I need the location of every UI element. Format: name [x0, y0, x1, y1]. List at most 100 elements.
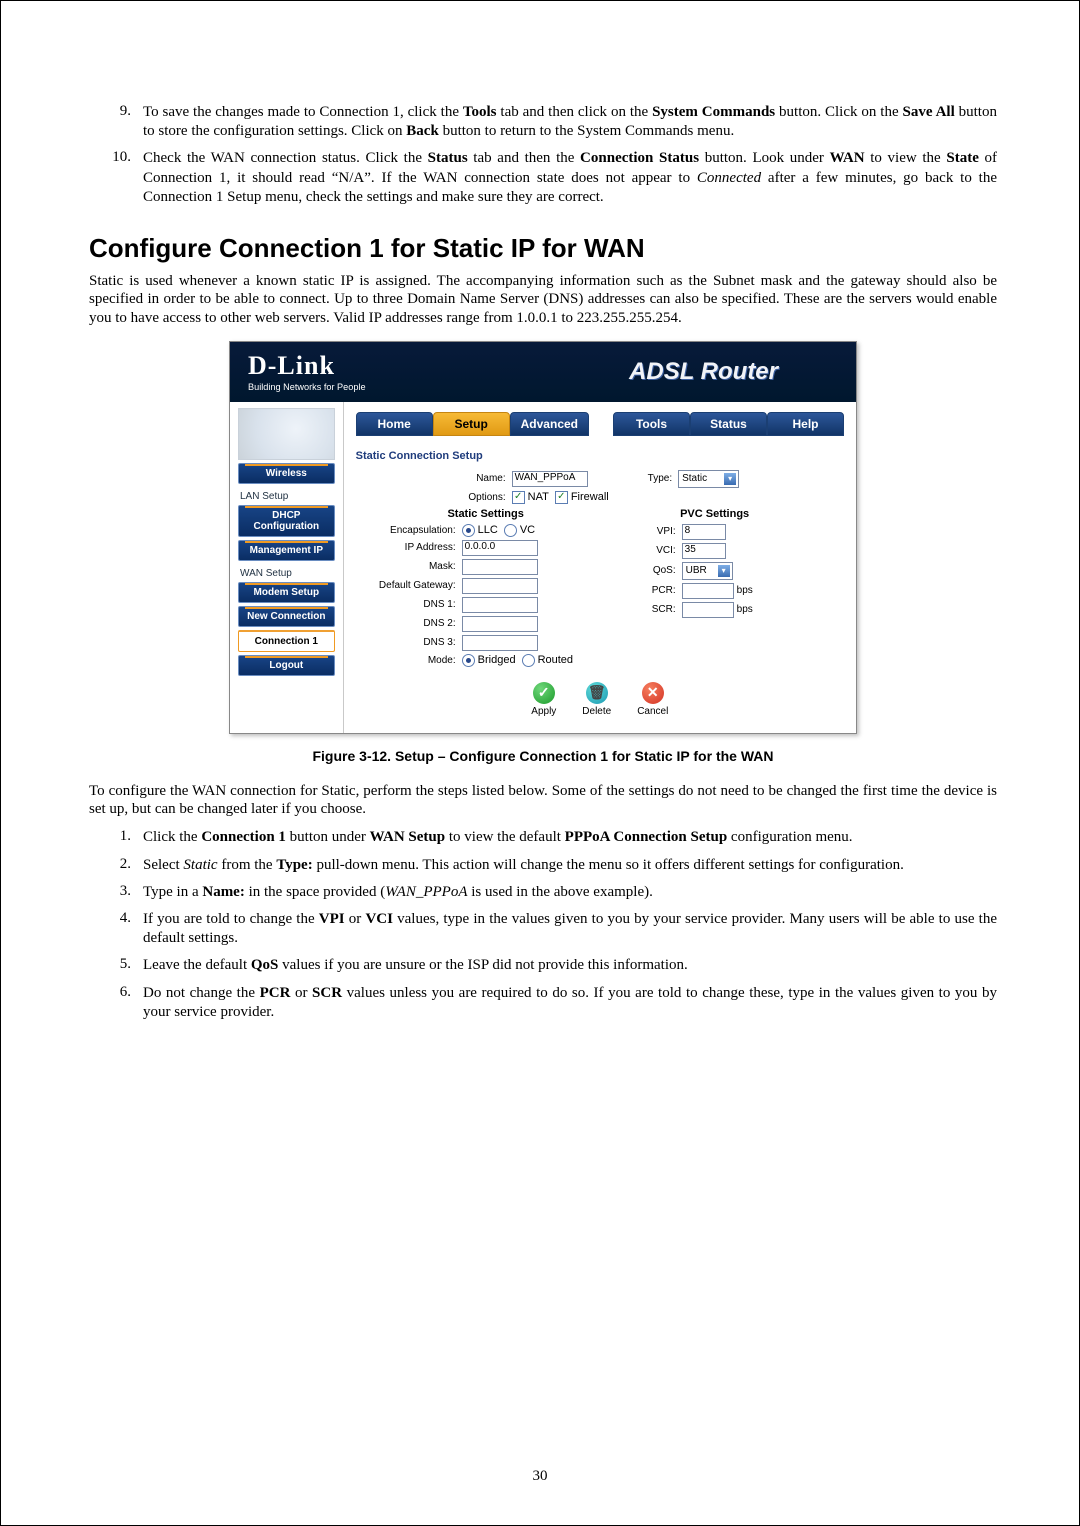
sidebar-item-mgmt-ip[interactable]: Management IP	[238, 540, 335, 561]
mode-bridged-text: Bridged	[478, 654, 516, 666]
delete-label: Delete	[582, 706, 611, 717]
dns2-label: DNS 2:	[356, 618, 462, 629]
cancel-button[interactable]: ✕ Cancel	[637, 682, 668, 717]
encap-llc-radio[interactable]	[462, 524, 475, 537]
sidebar-item-wireless[interactable]: Wireless	[238, 463, 335, 484]
mask-input[interactable]	[462, 559, 538, 575]
tab-tools[interactable]: Tools	[613, 412, 690, 436]
vpi-label: VPI:	[640, 526, 682, 537]
dns1-input[interactable]	[462, 597, 538, 613]
options-label: Options:	[406, 492, 512, 503]
qos-value: UBR	[686, 565, 707, 576]
type-select-value: Static	[682, 473, 707, 484]
section-heading: Configure Connection 1 for Static IP for…	[89, 233, 997, 264]
paragraph-intro: Static is used whenever a known static I…	[89, 272, 997, 327]
chevron-down-icon: ▾	[724, 473, 736, 485]
name-input[interactable]: WAN_PPPoA	[512, 471, 588, 487]
scr-input[interactable]	[682, 602, 734, 618]
apply-button[interactable]: ✓ Apply	[531, 682, 556, 717]
router-header: D-Link Building Networks for People ADSL…	[230, 342, 856, 402]
vci-label: VCI:	[640, 545, 682, 556]
chevron-down-icon: ▾	[718, 565, 730, 577]
dns3-label: DNS 3:	[356, 637, 462, 648]
ordered-list-bottom: 1.Click the Connection 1 button under WA…	[89, 828, 997, 1022]
pcr-label: PCR:	[640, 585, 682, 596]
pcr-unit: bps	[737, 585, 753, 596]
type-select[interactable]: Static ▾	[678, 470, 739, 488]
list-item: 2.Select Static from the Type: pull-down…	[89, 856, 997, 875]
sidebar-item-new-connection[interactable]: New Connection	[238, 606, 335, 627]
list-number: 1.	[89, 828, 143, 847]
router-title: ADSL Router	[629, 358, 838, 386]
mode-bridged-radio[interactable]	[462, 654, 475, 667]
tab-bar: Home Setup Advanced Tools Status Help	[356, 412, 844, 436]
encap-llc-text: LLC	[478, 524, 498, 536]
apply-label: Apply	[531, 706, 556, 717]
vci-input[interactable]: 35	[682, 543, 726, 559]
encap-label: Encapsulation:	[356, 525, 462, 536]
scr-label: SCR:	[640, 604, 682, 615]
pcr-input[interactable]	[682, 583, 734, 599]
list-item: 4.If you are told to change the VPI or V…	[89, 910, 997, 948]
list-number: 4.	[89, 910, 143, 948]
mask-label: Mask:	[356, 561, 462, 572]
list-number: 9.	[89, 103, 143, 141]
qos-select[interactable]: UBR ▾	[682, 562, 733, 580]
vpi-input[interactable]: 8	[682, 524, 726, 540]
list-item: 5.Leave the default QoS values if you ar…	[89, 956, 997, 975]
device-image	[238, 408, 335, 460]
close-icon: ✕	[642, 682, 664, 704]
brand-tagline: Building Networks for People	[248, 382, 366, 392]
ip-input[interactable]: 0.0.0.0	[462, 540, 538, 556]
gateway-label: Default Gateway:	[356, 580, 462, 591]
static-settings-heading: Static Settings	[356, 508, 616, 520]
tab-status[interactable]: Status	[690, 412, 767, 436]
encap-vc-radio[interactable]	[504, 524, 517, 537]
tab-setup[interactable]: Setup	[433, 412, 510, 436]
page-number: 30	[1, 1468, 1079, 1485]
list-number: 2.	[89, 856, 143, 875]
list-item: 6.Do not change the PCR or SCR values un…	[89, 984, 997, 1022]
sidebar-item-dhcp[interactable]: DHCP Configuration	[238, 505, 335, 537]
list-item: 9. To save the changes made to Connectio…	[89, 103, 997, 141]
cancel-label: Cancel	[637, 706, 668, 717]
tab-advanced[interactable]: Advanced	[510, 412, 589, 436]
tab-home[interactable]: Home	[356, 412, 433, 436]
dns2-input[interactable]	[462, 616, 538, 632]
dns1-label: DNS 1:	[356, 599, 462, 610]
sidebar-item-modem[interactable]: Modem Setup	[238, 582, 335, 603]
list-number: 5.	[89, 956, 143, 975]
list-body: Leave the default QoS values if you are …	[143, 956, 997, 975]
sidebar-item-logout[interactable]: Logout	[238, 655, 335, 676]
nat-checkbox[interactable]: ✓	[512, 491, 525, 504]
list-item: 10. Check the WAN connection status. Cli…	[89, 149, 997, 207]
mode-routed-radio[interactable]	[522, 654, 535, 667]
list-body: To save the changes made to Connection 1…	[143, 103, 997, 141]
dns3-input[interactable]	[462, 635, 538, 651]
router-screenshot: D-Link Building Networks for People ADSL…	[229, 341, 857, 734]
list-body: If you are told to change the VPI or VCI…	[143, 910, 997, 948]
list-body: Click the Connection 1 button under WAN …	[143, 828, 997, 847]
mode-label: Mode:	[356, 655, 462, 666]
pvc-settings-heading: PVC Settings	[640, 508, 790, 520]
encap-vc-text: VC	[520, 524, 535, 536]
sidebar: Wireless LAN Setup DHCP Configuration Ma…	[230, 402, 344, 733]
qos-label: QoS:	[640, 565, 682, 576]
delete-button[interactable]: 🗑 Delete	[582, 682, 611, 717]
type-label: Type:	[648, 473, 678, 484]
action-buttons: ✓ Apply 🗑 Delete ✕ Cancel	[356, 682, 844, 717]
trash-icon: 🗑	[586, 682, 608, 704]
main-panel: Home Setup Advanced Tools Status Help St…	[344, 402, 856, 733]
list-body: Do not change the PCR or SCR values unle…	[143, 984, 997, 1022]
brand-text: D-Link	[248, 351, 366, 381]
firewall-checkbox[interactable]: ✓	[555, 491, 568, 504]
paragraph-intro2: To configure the WAN connection for Stat…	[89, 782, 997, 819]
sidebar-label-wan: WAN Setup	[240, 568, 335, 579]
list-item: 3.Type in a Name: in the space provided …	[89, 883, 997, 902]
list-item: 1.Click the Connection 1 button under WA…	[89, 828, 997, 847]
gateway-input[interactable]	[462, 578, 538, 594]
ip-label: IP Address:	[356, 542, 462, 553]
sidebar-item-connection-1[interactable]: Connection 1	[238, 630, 335, 652]
list-number: 3.	[89, 883, 143, 902]
tab-help[interactable]: Help	[767, 412, 844, 436]
